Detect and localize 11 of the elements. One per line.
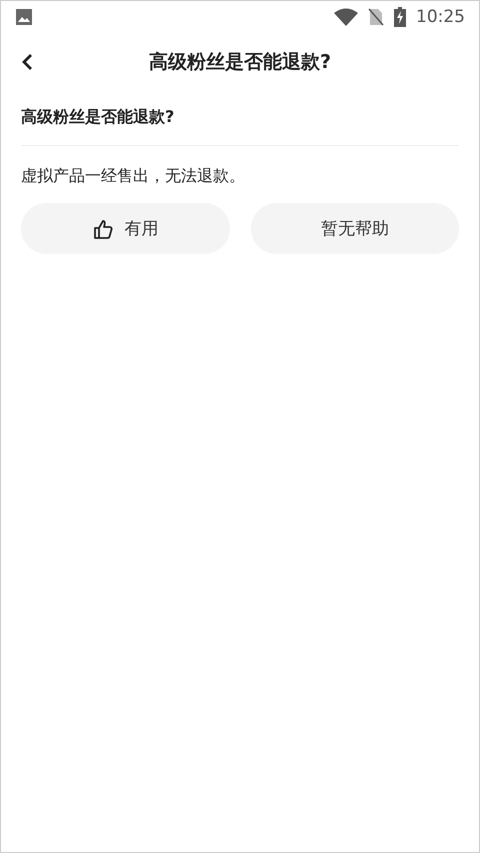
page-title: 高级粉丝是否能退款? — [148, 50, 332, 75]
helpful-button[interactable]: 有用 — [21, 203, 230, 254]
question-title: 高级粉丝是否能退款? — [21, 107, 174, 126]
no-sim-icon — [368, 8, 384, 26]
battery-charging-icon — [394, 7, 406, 27]
not-helpful-button[interactable]: 暂无帮助 — [250, 203, 459, 254]
thumbs-up-icon — [92, 218, 114, 240]
status-time: 10:25 — [416, 7, 465, 27]
image-icon — [15, 8, 33, 26]
answer-text: 虚拟产品一经售出，无法退款。 — [21, 166, 245, 185]
wifi-icon — [334, 8, 358, 26]
